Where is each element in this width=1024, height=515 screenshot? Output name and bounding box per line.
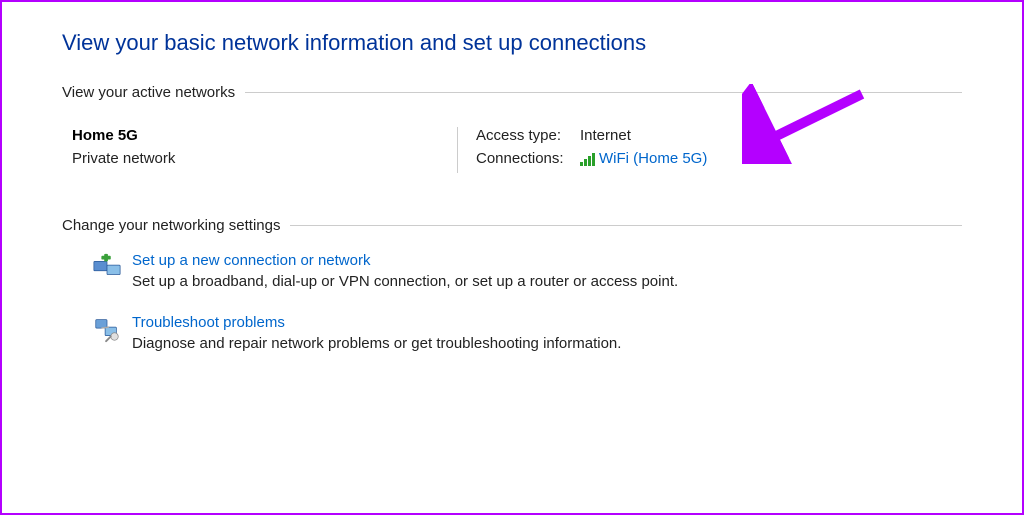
active-networks-header: View your active networks	[62, 84, 962, 101]
setup-connection-link[interactable]: Set up a new connection or network	[132, 252, 370, 269]
network-info-left: Home 5G Private network	[72, 127, 457, 173]
network-name: Home 5G	[72, 127, 457, 144]
connections-label: Connections:	[476, 150, 580, 167]
page-title: View your basic network information and …	[62, 30, 962, 56]
network-info-right: Access type: Internet Connections: WiFi …	[476, 127, 962, 173]
setup-connection-desc: Set up a broadband, dial-up or VPN conne…	[132, 273, 962, 290]
wifi-connection-link[interactable]: WiFi (Home 5G)	[599, 150, 707, 167]
setup-connection-icon	[92, 252, 122, 282]
access-type-label: Access type:	[476, 127, 580, 144]
vertical-divider	[457, 127, 458, 173]
section-divider	[290, 225, 962, 226]
access-type-value: Internet	[580, 127, 631, 144]
section-divider	[245, 92, 962, 93]
section-header-label: Change your networking settings	[62, 217, 280, 234]
troubleshoot-icon	[92, 314, 122, 344]
section-header-label: View your active networks	[62, 84, 235, 101]
troubleshoot-link[interactable]: Troubleshoot problems	[132, 314, 285, 331]
network-type: Private network	[72, 150, 457, 167]
settings-header: Change your networking settings	[62, 217, 962, 234]
setting-item-troubleshoot: Troubleshoot problems Diagnose and repai…	[62, 314, 962, 352]
wifi-signal-icon	[580, 152, 595, 166]
setting-item-setup: Set up a new connection or network Set u…	[62, 252, 962, 290]
troubleshoot-desc: Diagnose and repair network problems or …	[132, 335, 962, 352]
active-network-panel: Home 5G Private network Access type: Int…	[62, 119, 962, 197]
